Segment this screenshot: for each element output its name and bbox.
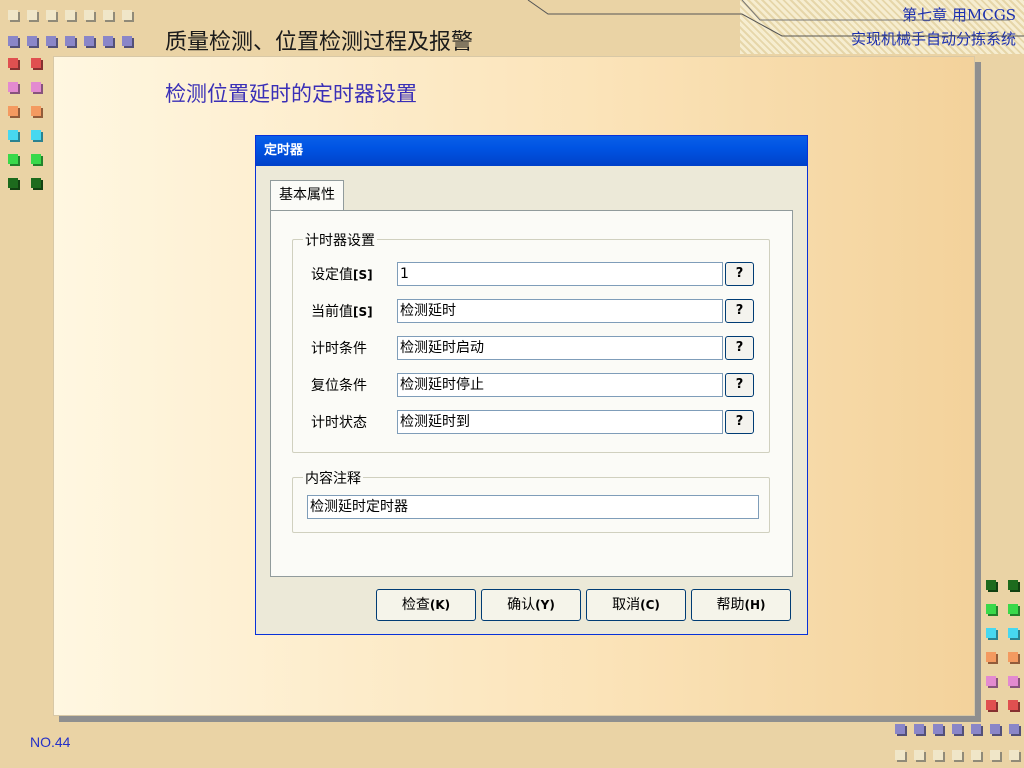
decor-square xyxy=(986,676,996,686)
decor-square xyxy=(8,58,18,68)
decor-square xyxy=(8,178,18,188)
decor-square xyxy=(65,36,75,46)
tab-basic-properties[interactable]: 基本属性 xyxy=(270,180,344,211)
decor-square xyxy=(84,10,94,20)
decor-square xyxy=(31,58,41,68)
decor-square xyxy=(103,10,113,20)
decor-square xyxy=(46,10,56,20)
help-button[interactable]: 帮助(H) xyxy=(691,589,791,621)
timing-condition-help-button[interactable]: ? xyxy=(725,336,754,360)
decor-square xyxy=(8,10,18,20)
decor-square xyxy=(1008,580,1018,590)
decor-square xyxy=(8,82,18,92)
decor-square xyxy=(971,750,981,760)
decor-square xyxy=(1008,676,1018,686)
decor-square xyxy=(31,82,41,92)
decor-square xyxy=(1009,724,1019,734)
dialog-titlebar[interactable]: 定时器 xyxy=(256,136,807,166)
tab-panel: 计时器设置 设定值[S] 1 ? 当前值[S] 检测延时 ? 计时条件 检测延时… xyxy=(270,210,793,577)
decor-square xyxy=(986,700,996,710)
decor-square xyxy=(895,750,905,760)
decor-square xyxy=(65,10,75,20)
comment-group: 内容注释 检测延时定时器 xyxy=(292,468,770,533)
preset-value-help-button[interactable]: ? xyxy=(725,262,754,286)
decor-square xyxy=(986,652,996,662)
row-label: 当前值[S] xyxy=(311,304,373,320)
dialog-title: 定时器 xyxy=(264,143,304,158)
decor-square xyxy=(31,106,41,116)
slide-title: 质量检测、位置检测过程及报警 xyxy=(165,30,474,55)
timing-condition-field[interactable]: 检测延时启动 xyxy=(397,336,723,360)
decor-square xyxy=(8,36,18,46)
timer-dialog: 定时器 基本属性 计时器设置 设定值[S] 1 ? 当前值[S] 检测延时 ? … xyxy=(255,135,808,635)
decor-square xyxy=(952,750,962,760)
reset-condition-help-button[interactable]: ? xyxy=(725,373,754,397)
cancel-button[interactable]: 取消(C) xyxy=(586,589,686,621)
timer-settings-group: 计时器设置 设定值[S] 1 ? 当前值[S] 检测延时 ? 计时条件 检测延时… xyxy=(292,230,770,453)
row-label: 复位条件 xyxy=(311,378,367,394)
decor-square xyxy=(990,724,1000,734)
preset-value-field[interactable]: 1 xyxy=(397,262,723,286)
comment-legend: 内容注释 xyxy=(303,468,363,488)
current-value-field[interactable]: 检测延时 xyxy=(397,299,723,323)
ok-button[interactable]: 确认(Y) xyxy=(481,589,581,621)
decor-square xyxy=(986,604,996,614)
decor-square xyxy=(27,10,37,20)
decor-square xyxy=(986,628,996,638)
decor-square xyxy=(84,36,94,46)
chapter-banner-lines xyxy=(527,0,1024,37)
decor-square xyxy=(46,36,56,46)
decor-square xyxy=(31,178,41,188)
decor-square xyxy=(952,724,962,734)
decor-square xyxy=(895,724,905,734)
decor-square xyxy=(1008,700,1018,710)
page-number: NO.44 xyxy=(30,734,71,750)
decor-square xyxy=(103,36,113,46)
decor-square xyxy=(933,750,943,760)
decor-square xyxy=(986,580,996,590)
comment-field[interactable]: 检测延时定时器 xyxy=(307,495,759,519)
timer-settings-legend: 计时器设置 xyxy=(303,230,377,250)
reset-condition-field[interactable]: 检测延时停止 xyxy=(397,373,723,397)
decor-square xyxy=(8,106,18,116)
check-button[interactable]: 检查(K) xyxy=(376,589,476,621)
decor-square xyxy=(933,724,943,734)
decor-square xyxy=(8,154,18,164)
decor-square xyxy=(914,724,924,734)
decor-square xyxy=(1009,750,1019,760)
decor-square xyxy=(990,750,1000,760)
decor-square xyxy=(27,36,37,46)
decor-square xyxy=(1008,628,1018,638)
timing-status-field[interactable]: 检测延时到 xyxy=(397,410,723,434)
decor-square xyxy=(1008,652,1018,662)
decor-square xyxy=(914,750,924,760)
row-label: 计时条件 xyxy=(311,341,367,357)
slide-subtitle: 检测位置延时的定时器设置 xyxy=(165,82,417,106)
decor-square xyxy=(8,130,18,140)
row-label: 计时状态 xyxy=(311,415,367,431)
decor-square xyxy=(31,130,41,140)
decor-square xyxy=(971,724,981,734)
decor-square xyxy=(122,36,132,46)
decor-square xyxy=(122,10,132,20)
timing-status-help-button[interactable]: ? xyxy=(725,410,754,434)
decor-square xyxy=(31,154,41,164)
current-value-help-button[interactable]: ? xyxy=(725,299,754,323)
row-label: 设定值[S] xyxy=(311,267,373,283)
decor-square xyxy=(1008,604,1018,614)
